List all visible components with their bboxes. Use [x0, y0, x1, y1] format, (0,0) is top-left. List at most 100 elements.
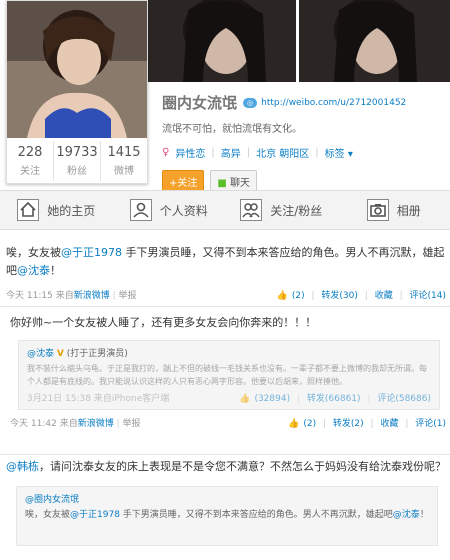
mention-link[interactable]: @韩栋: [6, 460, 39, 473]
like-button[interactable]: 👍 (2): [284, 419, 316, 429]
forward-text-part: ！: [419, 510, 429, 520]
divider: |: [211, 147, 215, 158]
tab-label: 关注/粉丝: [270, 203, 323, 218]
repost-button[interactable]: 转发(30): [321, 291, 357, 301]
forwarded-post: @圈内女流氓 唉，女友被@于正1978 手下男演员睡，又得不到本来答应给的角色。…: [16, 486, 438, 546]
mention-link[interactable]: @沈泰: [393, 510, 420, 520]
profile-header: 228 关注 19733 粉丝 1415 微博 圈内女流氓 ◎ http://w…: [0, 0, 450, 193]
forward-author-link[interactable]: @沈泰: [27, 349, 54, 359]
post-time[interactable]: 今天 11:15: [6, 291, 53, 301]
location-label[interactable]: 北京 朝阳区: [256, 145, 309, 160]
camera-icon: [366, 199, 389, 221]
divider: |: [322, 419, 327, 429]
post-text: 你好帅~一个女友被人睡了，还有更多女友会向你奔来的！！！: [10, 316, 317, 329]
post-text-part: 唉，女友被: [6, 246, 61, 259]
orientation-label[interactable]: 异性恋: [175, 145, 205, 160]
post: 你好帅~一个女友被人睡了，还有更多女友会向你奔来的！！！ @沈泰 V (打于正男…: [10, 314, 446, 429]
comment-button[interactable]: 评论(14): [410, 291, 446, 301]
mention-link[interactable]: @于正1978: [61, 246, 122, 259]
like-count: (2): [303, 419, 317, 429]
forward-time[interactable]: 3月21日 15:38: [27, 394, 91, 404]
profile-name: 圈内女流氓: [162, 94, 238, 112]
favorite-button[interactable]: 收藏: [375, 291, 393, 301]
stat-fans[interactable]: 19733 粉丝: [54, 141, 101, 181]
divider: |: [311, 291, 315, 301]
source-prefix: 来自: [55, 291, 74, 301]
forward-author-row: @沈泰 V (打于正男演员): [27, 346, 431, 359]
stat-posts[interactable]: 1415 微博: [101, 141, 147, 181]
sign-label[interactable]: 高异: [221, 145, 241, 160]
forward-text: 我不装什么缩头乌龟。于正是我打的，踹上不但的破线一毛钱关系也没有。一辈子都不要上…: [27, 364, 427, 386]
forward-text-part: 手下男演员睡，又得不到本来答应给的角色。男人不再沉默，雄起吧: [119, 510, 393, 520]
post: @韩栋，请问沈泰女友的床上表现是不是令您不满意？不然怎么于妈妈没有给沈泰戏份呢？…: [6, 458, 446, 546]
forwarded-post: @沈泰 V (打于正男演员) 我不装什么缩头乌龟。于正是我打的，踹上不但的破线一…: [18, 340, 440, 410]
forward-source[interactable]: 来自iPhone客户端: [94, 394, 169, 404]
divider: |: [399, 291, 403, 301]
profile-tabs: 她的主页 个人资料 关注/粉丝 相册: [0, 190, 450, 230]
forward-note: (打于正男演员): [66, 349, 128, 359]
divider: |: [246, 147, 251, 158]
tab-label: 她的主页: [47, 203, 96, 218]
mention-link[interactable]: @沈泰: [17, 264, 50, 277]
report-link[interactable]: 举报: [123, 419, 141, 429]
divider: |: [116, 419, 120, 429]
profile-bio: 流氓不可怕，就怕流氓有文化。: [162, 124, 302, 135]
divider: |: [370, 419, 374, 429]
source-link[interactable]: 新浪微博: [78, 419, 114, 429]
forward-text: 唉，女友被@于正1978 手下男演员睡，又得不到本来答应给的角色。男人不再沉默，…: [25, 509, 429, 522]
avatar[interactable]: [7, 1, 147, 138]
tab-album[interactable]: 相册: [338, 191, 450, 229]
post-text-part: ！: [50, 264, 61, 277]
forward-author-link[interactable]: @圈内女流氓: [25, 492, 429, 505]
level-badge-icon[interactable]: ◎: [243, 97, 258, 108]
stat-label: 微博: [114, 166, 134, 177]
divider: |: [296, 394, 301, 404]
post-text-part: ，请问沈泰女友的床上表现是不是令您不满意？不然怎么于妈妈没有给沈泰戏份呢？: [39, 460, 446, 473]
tab-follow-fans[interactable]: 关注/粉丝: [225, 191, 338, 229]
stat-label: 粉丝: [67, 166, 87, 177]
forward-like-button[interactable]: 👍 (32894): [235, 394, 290, 404]
divider: |: [367, 394, 371, 404]
stat-value: 1415: [107, 145, 141, 160]
post-meta: 今天 11:42 来自新浪微博 | 举报 👍 (2) | 转发(2) | 收藏 |…: [10, 416, 446, 429]
post-text: @韩栋，请问沈泰女友的床上表现是不是令您不满意？不然怎么于妈妈没有给沈泰戏份呢？: [6, 458, 446, 476]
person-icon: [129, 199, 152, 221]
forward-comment-button[interactable]: 评论(58686): [377, 394, 431, 404]
repost-button[interactable]: 转发(2): [333, 419, 364, 429]
post-meta: 今天 11:15 来自新浪微博 | 举报 👍 (2) | 转发(30) | 收藏 …: [6, 288, 446, 301]
verified-icon: V: [56, 349, 64, 359]
post-time[interactable]: 今天 11:42: [10, 419, 57, 429]
forward-meta: 3月21日 15:38 来自iPhone客户端 👍 (32894) | 转发(66…: [27, 391, 431, 404]
post-text: 唉，女友被@于正1978 手下男演员睡，又得不到本来答应给的角色。男人不再沉默，…: [6, 236, 446, 280]
stat-value: 228: [17, 145, 43, 160]
divider: [0, 306, 450, 307]
divider: |: [364, 291, 368, 301]
forward-repost-button[interactable]: 转发(66861): [307, 394, 361, 404]
tab-profile[interactable]: 个人资料: [113, 191, 226, 229]
people-icon: [240, 199, 263, 221]
forward-text-part: 唉，女友被: [25, 510, 71, 520]
source-link[interactable]: 新浪微博: [74, 291, 110, 301]
home-icon: [17, 199, 40, 221]
thumb-up-icon: 👍: [239, 394, 251, 404]
profile-url-link[interactable]: http://weibo.com/u/2712001452: [261, 98, 406, 108]
avatar-card: 228 关注 19733 粉丝 1415 微博: [6, 0, 148, 184]
online-dot-icon: ■: [217, 178, 231, 189]
post: 唉，女友被@于正1978 手下男演员睡，又得不到本来答应给的角色。男人不再沉默，…: [6, 236, 446, 301]
tab-home[interactable]: 她的主页: [0, 191, 113, 229]
like-button[interactable]: 👍 (2): [273, 291, 305, 301]
like-count: (2): [291, 291, 305, 301]
stat-label: 关注: [20, 166, 40, 177]
profile-info: 圈内女流氓 ◎ http://weibo.com/u/2712001452 流氓…: [162, 92, 447, 193]
thumb-up-icon: 👍: [288, 419, 300, 429]
comment-button[interactable]: 评论(1): [415, 419, 446, 429]
stat-following[interactable]: 228 关注: [7, 141, 54, 181]
report-link[interactable]: 举报: [119, 291, 137, 301]
tab-label: 相册: [396, 203, 421, 218]
mention-link[interactable]: @于正1978: [70, 510, 120, 520]
favorite-button[interactable]: 收藏: [380, 419, 398, 429]
female-icon: ♀: [162, 147, 170, 158]
tag-dropdown[interactable]: 标签 ▾: [325, 145, 353, 160]
stat-value: 19733: [56, 145, 98, 160]
cover-image: [148, 0, 296, 82]
